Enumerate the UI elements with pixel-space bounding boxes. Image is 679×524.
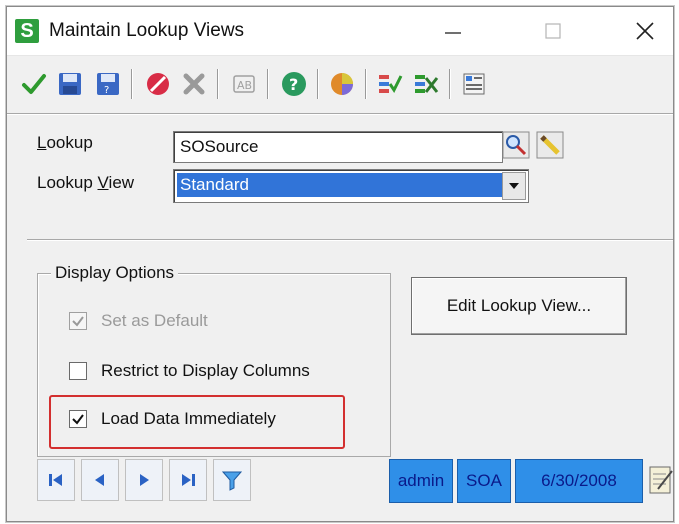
lookup-label: Lookup <box>37 133 93 152</box>
toolbar-divider <box>7 113 673 115</box>
form-divider <box>27 239 673 241</box>
load-data-option[interactable]: Load Data Immediately <box>69 409 276 429</box>
toolbar: ? AB ? <box>7 59 673 111</box>
save-as-icon: ? <box>97 73 119 96</box>
lookup-view-dropdown[interactable]: Standard <box>173 169 529 203</box>
uncheck-icon <box>415 75 439 93</box>
display-options-legend: Display Options <box>51 263 179 283</box>
filter-icon <box>221 471 243 491</box>
first-icon <box>49 474 62 486</box>
toolbar-separator <box>449 69 451 99</box>
lookup-field[interactable]: SOSource <box>173 131 503 163</box>
first-record-button[interactable] <box>37 459 75 501</box>
set-as-default-checkbox[interactable] <box>69 312 87 330</box>
rename-button[interactable]: AB <box>225 65 263 103</box>
maximize-icon <box>545 23 561 39</box>
previous-record-button[interactable] <box>81 459 119 501</box>
properties-button[interactable] <box>455 65 493 103</box>
svg-text:AB: AB <box>237 79 252 92</box>
accept-icon <box>22 74 46 94</box>
dropdown-button[interactable] <box>502 172 526 200</box>
cancel-button[interactable] <box>175 65 213 103</box>
check-icon <box>379 75 403 93</box>
maximize-button[interactable] <box>525 7 581 55</box>
load-data-checkbox[interactable] <box>69 410 87 428</box>
check-all-button[interactable] <box>371 65 409 103</box>
close-icon <box>636 22 654 40</box>
notes-button[interactable] <box>647 463 675 497</box>
save-as-button[interactable]: ? <box>89 65 127 103</box>
maintain-lookup-views-window: S Maintain Lookup Views ? AB ? Lookup SO… <box>6 6 674 522</box>
toolbar-separator <box>267 69 269 99</box>
pencil-icon <box>536 131 564 159</box>
options-icon <box>331 73 353 95</box>
minimize-icon <box>445 32 461 34</box>
toolbar-separator <box>365 69 367 99</box>
app-icon: S <box>15 19 39 43</box>
lookup-edit-button[interactable] <box>535 130 565 160</box>
checkmark-icon <box>72 414 84 425</box>
toolbar-separator <box>217 69 219 99</box>
toolbar-separator <box>131 69 133 99</box>
rename-icon: AB <box>233 75 255 93</box>
restrict-columns-option[interactable]: Restrict to Display Columns <box>69 361 310 381</box>
restrict-columns-label: Restrict to Display Columns <box>101 361 310 380</box>
previous-icon <box>95 474 104 486</box>
load-data-label: Load Data Immediately <box>101 409 276 428</box>
save-button[interactable] <box>51 65 89 103</box>
window-title: Maintain Lookup Views <box>49 20 245 41</box>
set-as-default-label: Set as Default <box>101 311 208 330</box>
restrict-columns-checkbox[interactable] <box>69 362 87 380</box>
help-icon: ? <box>282 72 306 96</box>
close-button[interactable] <box>617 7 673 55</box>
cancel-icon <box>183 73 205 95</box>
status-company: SOA <box>457 459 511 503</box>
status-user: admin <box>389 459 453 503</box>
toolbar-separator <box>317 69 319 99</box>
svg-text:?: ? <box>104 85 109 96</box>
uncheck-all-button[interactable] <box>407 65 445 103</box>
search-icon <box>502 131 530 159</box>
help-button[interactable]: ? <box>275 65 313 103</box>
lookup-view-selected: Standard <box>177 173 510 197</box>
chevron-down-icon <box>509 183 519 189</box>
edit-lookup-view-button[interactable]: Edit Lookup View... <box>411 277 627 335</box>
minimize-button[interactable] <box>425 7 481 55</box>
filter-button[interactable] <box>213 459 251 501</box>
next-record-button[interactable] <box>125 459 163 501</box>
delete-button[interactable] <box>139 65 177 103</box>
lookup-search-button[interactable] <box>501 130 531 160</box>
last-icon <box>182 474 195 486</box>
notepad-icon <box>649 466 673 494</box>
next-icon <box>140 474 149 486</box>
title-bar: S Maintain Lookup Views <box>7 7 673 56</box>
properties-icon <box>463 73 485 95</box>
accept-button[interactable] <box>15 65 53 103</box>
status-date: 6/30/2008 <box>515 459 643 503</box>
save-icon <box>59 73 81 95</box>
options-button[interactable] <box>323 65 361 103</box>
checkmark-icon <box>72 316 84 327</box>
delete-icon <box>147 73 169 95</box>
lookup-view-label: Lookup View <box>37 173 135 192</box>
set-as-default-option[interactable]: Set as Default <box>69 311 208 331</box>
svg-text:?: ? <box>289 75 298 94</box>
last-record-button[interactable] <box>169 459 207 501</box>
